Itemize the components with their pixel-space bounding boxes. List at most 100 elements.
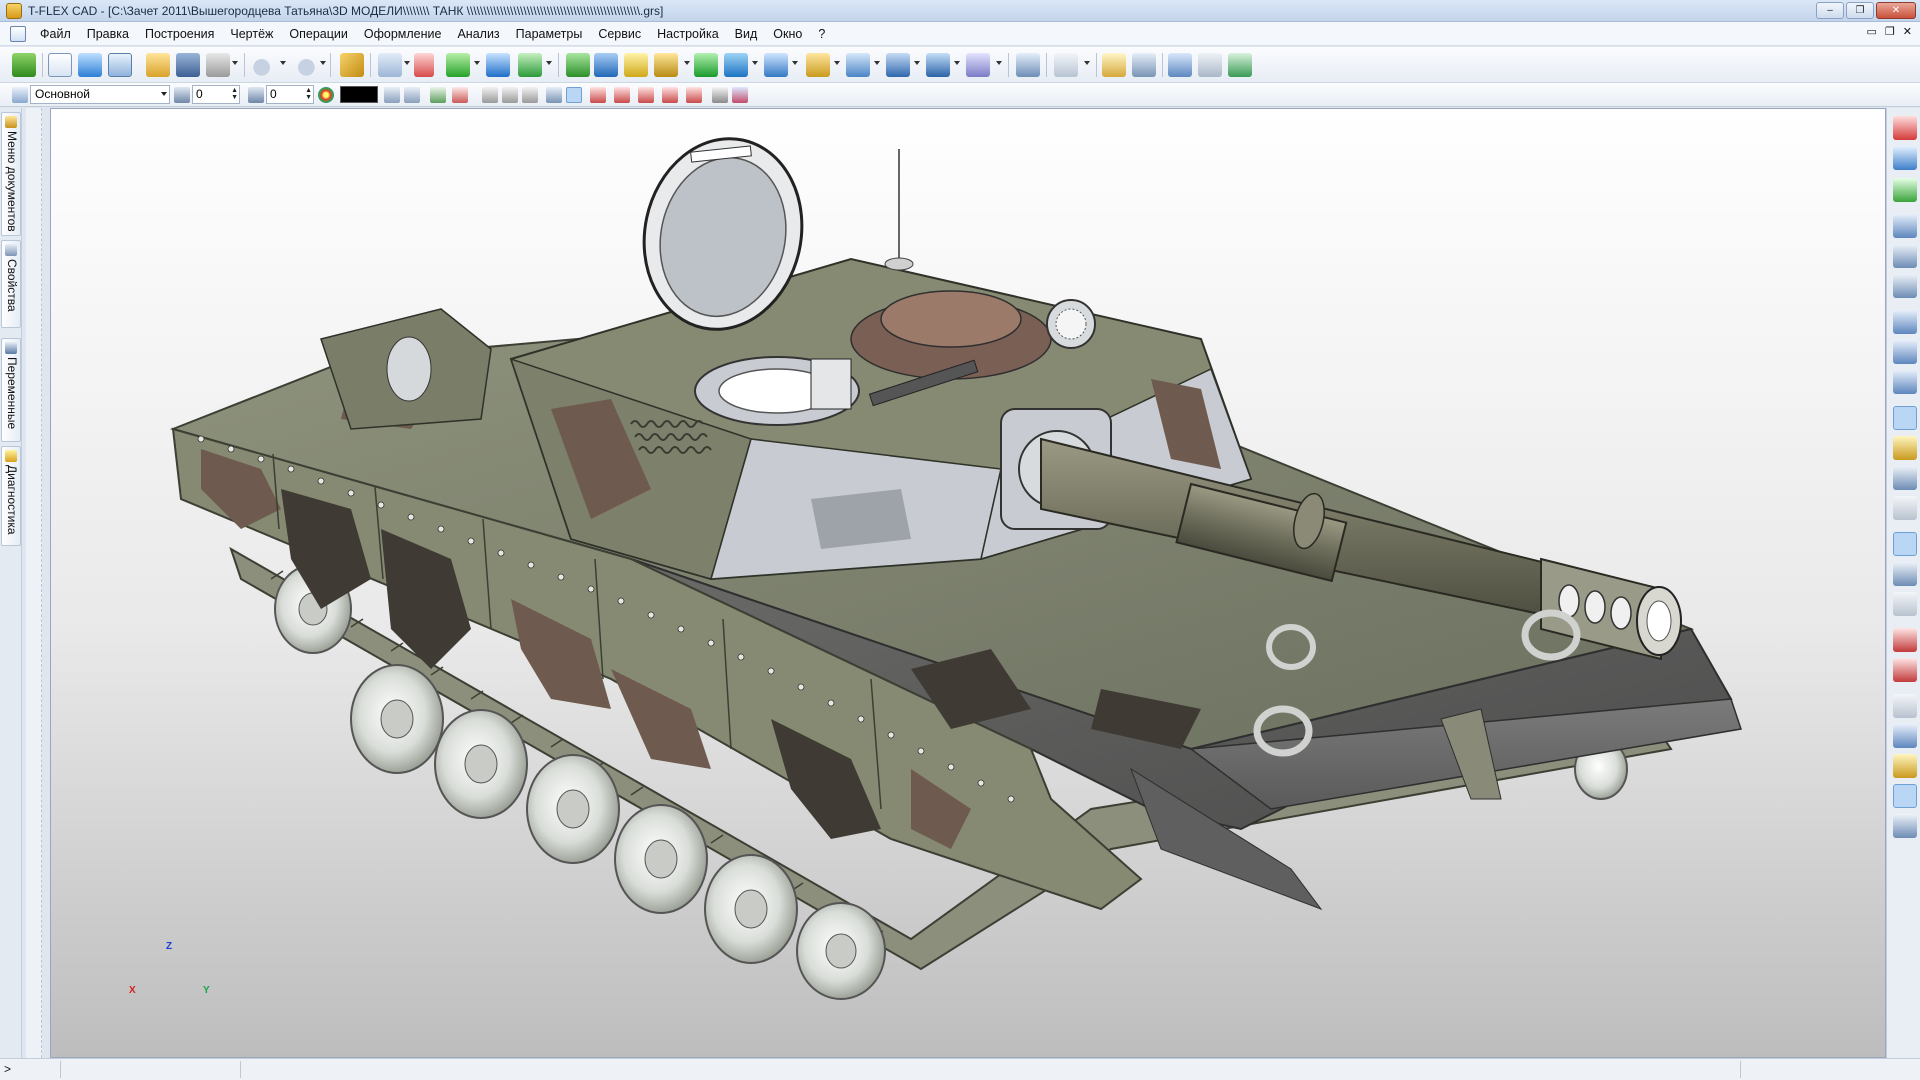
select-fragment-icon[interactable] bbox=[712, 87, 728, 103]
menu-settings[interactable]: Настройка bbox=[649, 22, 727, 46]
menu-help[interactable]: ? bbox=[810, 22, 833, 46]
zoom-window-icon[interactable] bbox=[1893, 214, 1917, 238]
deselect-icon[interactable] bbox=[452, 87, 468, 103]
menu-format[interactable]: Оформление bbox=[356, 22, 450, 46]
loft-icon[interactable] bbox=[624, 53, 648, 77]
priority-icon[interactable] bbox=[248, 87, 264, 103]
close-button[interactable]: ✕ bbox=[1876, 2, 1916, 19]
dimension-icon[interactable] bbox=[1054, 53, 1078, 77]
color-swatch[interactable] bbox=[340, 86, 378, 103]
undo-icon[interactable] bbox=[252, 53, 276, 77]
document-icon[interactable] bbox=[10, 25, 26, 42]
new-drawing-icon[interactable] bbox=[108, 53, 132, 77]
calculator-icon[interactable] bbox=[1132, 53, 1156, 77]
select-lcs-icon[interactable] bbox=[662, 87, 678, 103]
menu-drawing[interactable]: Чертёж bbox=[222, 22, 281, 46]
section-icon[interactable] bbox=[1198, 53, 1222, 77]
select-profile-icon[interactable] bbox=[614, 87, 630, 103]
select-plane-icon[interactable] bbox=[686, 87, 702, 103]
clip-icon[interactable] bbox=[1168, 53, 1192, 77]
menu-analysis[interactable]: Анализ bbox=[449, 22, 507, 46]
menu-file[interactable]: Файл bbox=[32, 22, 79, 46]
3d-viewport[interactable]: Z X Y bbox=[50, 108, 1886, 1058]
section-view-icon[interactable] bbox=[1893, 592, 1917, 616]
wireframe-icon[interactable] bbox=[1893, 694, 1917, 718]
workplane-icon[interactable] bbox=[378, 53, 402, 77]
3d-node-icon[interactable] bbox=[446, 53, 470, 77]
maximize-button[interactable]: ❐ bbox=[1846, 2, 1874, 19]
select-assembly-icon[interactable] bbox=[732, 87, 748, 103]
minimize-button[interactable]: ‒ bbox=[1816, 2, 1844, 19]
level-input[interactable]: 0 ▲ ▼ bbox=[192, 85, 240, 104]
window-icon[interactable] bbox=[1228, 53, 1252, 77]
menu-construct[interactable]: Построения bbox=[137, 22, 222, 46]
mdi-close-button[interactable]: ✕ bbox=[1903, 25, 1912, 38]
menu-window[interactable]: Окно bbox=[765, 22, 810, 46]
orbit-icon[interactable] bbox=[1893, 466, 1917, 490]
walk-icon[interactable] bbox=[1893, 496, 1917, 520]
rotate-view-icon[interactable] bbox=[1893, 406, 1917, 430]
filter-icon[interactable] bbox=[384, 87, 400, 103]
view-window-icon[interactable] bbox=[1893, 814, 1917, 838]
pan-view-icon[interactable] bbox=[1893, 436, 1917, 460]
fit-view-icon[interactable] bbox=[1893, 274, 1917, 298]
tab-variables[interactable]: Переменные bbox=[1, 338, 21, 442]
snap-edge-icon[interactable] bbox=[1893, 178, 1917, 202]
tab-properties[interactable]: Свойства bbox=[1, 240, 21, 328]
slope-icon[interactable] bbox=[886, 53, 910, 77]
app-icon[interactable] bbox=[6, 2, 22, 19]
menu-edit[interactable]: Правка bbox=[79, 22, 137, 46]
array-icon[interactable] bbox=[764, 53, 788, 77]
boolean-icon[interactable] bbox=[694, 53, 718, 77]
hide-icon[interactable] bbox=[1893, 628, 1917, 652]
new-3d-model-icon[interactable] bbox=[78, 53, 102, 77]
panel-splitter[interactable] bbox=[26, 108, 42, 1058]
select-operation-icon[interactable] bbox=[566, 87, 582, 103]
transform-icon[interactable] bbox=[966, 53, 990, 77]
eraser-icon[interactable] bbox=[340, 53, 364, 77]
color-palette-icon[interactable] bbox=[318, 87, 334, 103]
shell-icon[interactable] bbox=[846, 53, 870, 77]
tab-document-menu[interactable]: Меню документов bbox=[1, 112, 21, 236]
menu-service[interactable]: Сервис bbox=[590, 22, 649, 46]
select-point-icon[interactable] bbox=[482, 87, 498, 103]
mdi-minimize-button[interactable]: ▭ bbox=[1867, 25, 1877, 38]
level-icon[interactable] bbox=[174, 87, 190, 103]
rotate-icon[interactable] bbox=[594, 53, 618, 77]
select-edge-icon[interactable] bbox=[502, 87, 518, 103]
command-prompt[interactable]: > bbox=[4, 1062, 11, 1076]
snap-magnet-icon[interactable] bbox=[1893, 116, 1917, 140]
3d-profile-icon[interactable] bbox=[518, 53, 542, 77]
select-node-icon[interactable] bbox=[638, 87, 654, 103]
smooth-icon[interactable] bbox=[724, 53, 748, 77]
menu-parameters[interactable]: Параметры bbox=[508, 22, 591, 46]
select-face-icon[interactable] bbox=[522, 87, 538, 103]
mdi-maximize-button[interactable]: ❐ bbox=[1885, 25, 1895, 38]
select-list-icon[interactable] bbox=[404, 87, 420, 103]
snap-vertex-icon[interactable] bbox=[1893, 146, 1917, 170]
shaded-icon[interactable] bbox=[1893, 724, 1917, 748]
zoom-all-icon[interactable] bbox=[1893, 244, 1917, 268]
check-apply-icon[interactable] bbox=[12, 53, 36, 77]
measure-icon[interactable] bbox=[1102, 53, 1126, 77]
extrude-icon[interactable] bbox=[566, 53, 590, 77]
cut-icon[interactable] bbox=[926, 53, 950, 77]
open-folder-icon[interactable] bbox=[146, 53, 170, 77]
lcs-icon[interactable] bbox=[414, 53, 434, 77]
priority-input[interactable]: 0 ▲ ▼ bbox=[266, 85, 314, 104]
layers-icon[interactable] bbox=[12, 87, 28, 103]
print-icon[interactable] bbox=[206, 53, 230, 77]
menu-operations[interactable]: Операции bbox=[281, 22, 355, 46]
new-document-icon[interactable] bbox=[48, 53, 72, 77]
sweep-icon[interactable] bbox=[654, 53, 678, 77]
tab-diagnostics[interactable]: Диагностика bbox=[1, 446, 21, 546]
thread-icon[interactable] bbox=[806, 53, 830, 77]
shaded-edges-icon[interactable] bbox=[1893, 754, 1917, 778]
render-icon[interactable] bbox=[1893, 784, 1917, 808]
select-body-icon[interactable] bbox=[546, 87, 562, 103]
zoom-in-icon[interactable] bbox=[1893, 310, 1917, 334]
menu-view[interactable]: Вид bbox=[727, 22, 766, 46]
tank-model[interactable] bbox=[51, 109, 1886, 1058]
3d-axis-icon[interactable] bbox=[486, 53, 510, 77]
select-all-icon[interactable] bbox=[430, 87, 446, 103]
